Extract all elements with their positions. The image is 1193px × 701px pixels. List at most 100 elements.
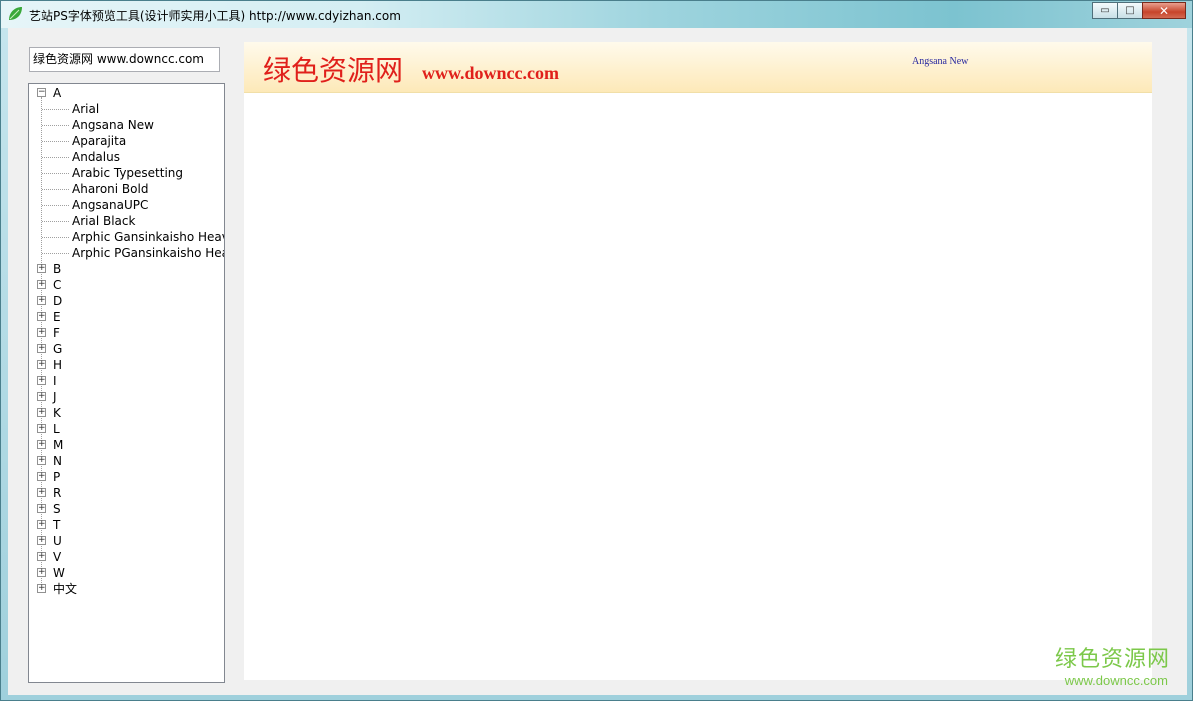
preview-banner: 绿色资源网 www.downcc.com Angsana New [244,42,1152,93]
tree-group-node[interactable]: + D [29,293,224,309]
title-bar[interactable]: 艺站PS字体预览工具(设计师实用小工具) http://www.cdyizhan… [1,1,1192,28]
tree-group-label: W [53,566,65,580]
tree-font-item[interactable]: Arial Black [72,213,135,229]
search-input[interactable]: 绿色资源网 www.downcc.com [29,47,220,72]
tree-group-node[interactable]: + K [29,405,224,421]
expand-icon[interactable]: + [37,520,46,529]
tree-connector [42,157,69,158]
tree-font-item[interactable]: Andalus [72,149,120,165]
tree-connector [42,237,69,238]
minimize-button[interactable]: ▭ [1092,2,1118,19]
tree-font-item[interactable]: AngsanaUPC [72,197,148,213]
tree-group-node[interactable]: + H [29,357,224,373]
tree-group-label: M [53,438,64,452]
expand-icon[interactable]: + [37,328,46,337]
expand-icon[interactable]: + [37,360,46,369]
expand-icon[interactable]: + [37,536,46,545]
expand-icon[interactable]: + [37,472,46,481]
expand-icon[interactable]: + [37,552,46,561]
tree-group-label: K [53,406,61,420]
close-button[interactable]: ✕ [1142,2,1186,19]
tree-group-node[interactable]: + V [29,549,224,565]
expand-icon[interactable]: + [37,312,46,321]
tree-group-node[interactable]: + E [29,309,224,325]
tree-group-label: U [53,534,62,548]
expand-icon[interactable]: + [37,280,46,289]
tree-group-node[interactable]: + R [29,485,224,501]
close-icon: ✕ [1158,3,1170,18]
expand-icon[interactable]: + [37,376,46,385]
tree-group-node[interactable]: + C [29,277,224,293]
expand-icon[interactable]: + [37,408,46,417]
tree-group-label: H [53,358,63,372]
tree-group-node[interactable]: + B [29,261,224,277]
client-area: 绿色资源网 www.downcc.com − A Arial Angsana New A… [8,28,1187,695]
expand-icon[interactable]: + [37,344,46,353]
expand-icon[interactable]: + [37,488,46,497]
tree-group-label: J [53,390,57,404]
tree-group-node[interactable]: + S [29,501,224,517]
tree-connector [42,253,69,254]
tree-group-label: R [53,486,62,500]
tree-font-item[interactable]: Arphic Gansinkaisho Heavy JIS [72,229,224,245]
banner-site-name: 绿色资源网 [263,54,404,87]
tree-connector [42,221,69,222]
tree-group-label: N [53,454,62,468]
window-title: 艺站PS字体预览工具(设计师实用小工具) http://www.cdyizhan… [29,9,401,23]
app-window: 艺站PS字体预览工具(设计师实用小工具) http://www.cdyizhan… [0,0,1193,701]
expand-icon[interactable]: + [37,568,46,577]
expand-icon[interactable]: + [37,440,46,449]
tree-group-label: G [53,342,63,356]
tree-group-label: P [53,470,61,484]
tree-group-node[interactable]: − A [29,85,224,101]
font-tree[interactable]: − A Arial Angsana New Aparajita Andalus Arabic… [28,83,225,683]
tree-font-item[interactable]: Angsana New [72,117,154,133]
tree-group-node[interactable]: + 中文 [29,581,224,597]
expand-icon[interactable]: + [37,504,46,513]
expand-icon[interactable]: + [37,424,46,433]
expand-icon[interactable]: + [37,296,46,305]
watermark-logo-text: 绿色资源网 [1054,647,1170,672]
tree-group-node[interactable]: + F [29,325,224,341]
tree-group-label: C [53,278,62,292]
tree-group-node[interactable]: + P [29,469,224,485]
leaf-icon [9,7,22,20]
tree-group-label: V [53,550,62,564]
tree-group-node[interactable]: + J [29,389,224,405]
tree-group-label: E [53,310,61,324]
tree-font-item[interactable]: Aharoni Bold [72,181,148,197]
tree-connector [42,205,69,206]
tree-group-node[interactable]: + M [29,437,224,453]
watermark-url: www.downcc.com [1064,673,1168,688]
tree-font-item[interactable]: Aparajita [72,133,126,149]
caption-buttons: ▭ □ ✕ [1092,2,1186,20]
expand-icon[interactable]: + [37,456,46,465]
tree-connector [42,141,69,142]
tree-group-node[interactable]: + W [29,565,224,581]
tree-group-label: F [53,326,60,340]
tree-group-label: 中文 [53,582,78,596]
tree-group-label: S [53,502,61,516]
tree-group-node[interactable]: + N [29,453,224,469]
tree-group-node[interactable]: + I [29,373,224,389]
maximize-button[interactable]: □ [1117,2,1143,19]
tree-font-item[interactable]: Arphic PGansinkaisho Heavy JIS [72,245,224,261]
tree-group-label: L [53,422,60,436]
tree-font-item[interactable]: Arial [72,101,99,117]
expand-icon[interactable]: + [37,392,46,401]
expand-icon[interactable]: + [37,264,46,273]
tree-group-node[interactable]: + L [29,421,224,437]
collapse-icon[interactable]: − [37,88,46,97]
tree-connector [42,109,69,110]
expand-icon[interactable]: + [37,584,46,593]
tree-group-node[interactable]: + T [29,517,224,533]
tree-font-item[interactable]: Arabic Typesetting [72,165,183,181]
maximize-icon: □ [1125,5,1135,16]
tree-connector [42,189,69,190]
tree-group-node[interactable]: + G [29,341,224,357]
preview-panel: 绿色资源网 www.downcc.com Angsana New [244,42,1152,680]
tree-group-node[interactable]: + U [29,533,224,549]
tree-group-label: D [53,294,63,308]
tree-group-label: T [53,518,61,532]
tree-group-label: A [53,86,62,100]
